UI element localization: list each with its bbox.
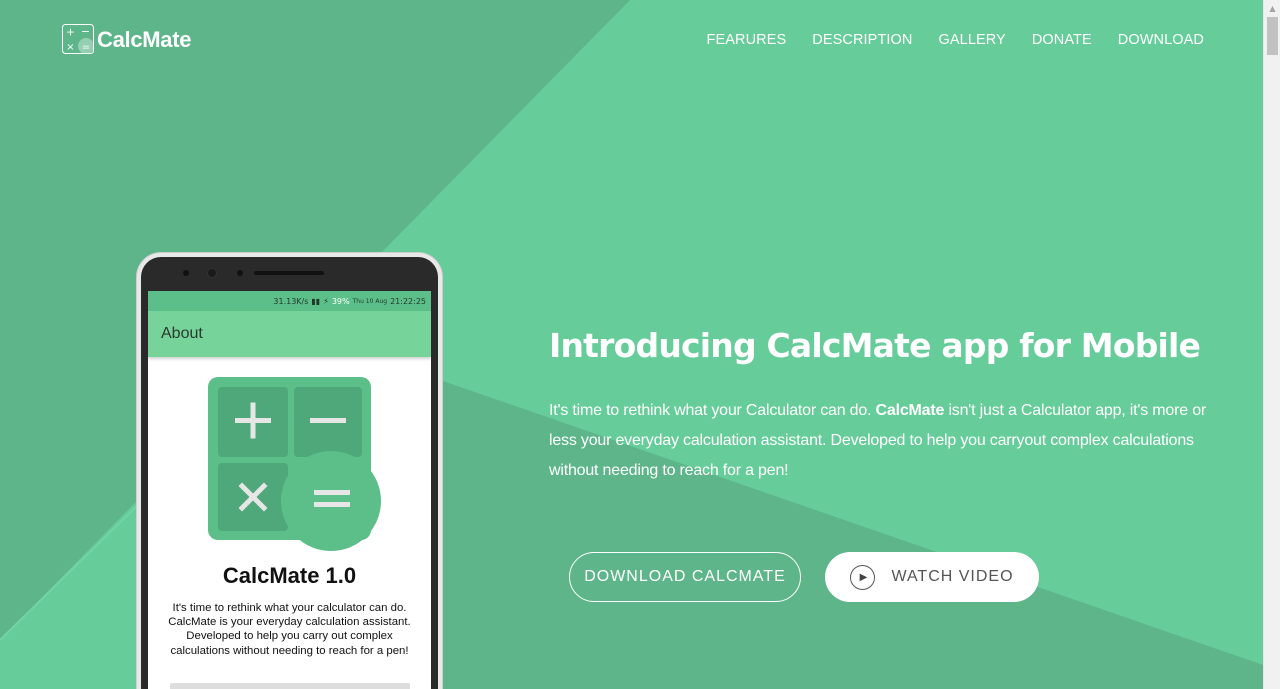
app-description: It's time to rethink what your calculato… [168,602,411,657]
svg-text:=: = [82,42,90,53]
phone-sensor [237,270,243,276]
hero-desc-brand: CalcMate [875,402,945,419]
phone-sensor [183,270,189,276]
svg-text:+: + [66,26,75,39]
vertical-scrollbar[interactable]: ▲ [1263,0,1280,689]
app-bar-title: About [161,325,203,342]
download-button-label: DOWNLOAD CALCMATE [584,568,786,585]
main-nav: FEARURES DESCRIPTION GALLERY DONATE DOWN… [681,32,1204,48]
scroll-thumb[interactable] [1267,17,1278,55]
app-title: CalcMate 1.0 [222,563,357,588]
nav-item-download[interactable]: DOWNLOAD [1118,32,1204,48]
svg-text:×: × [66,42,74,53]
hero-description: It's time to rethink what your Calculato… [549,396,1219,486]
nav-item-gallery[interactable]: GALLERY [939,32,1006,48]
scroll-up-arrow-icon[interactable]: ▲ [1264,0,1280,17]
nav-item-description[interactable]: DESCRIPTION [812,32,912,48]
watch-video-label: WATCH VIDEO [891,568,1014,585]
charging-icon: ⚡ [323,296,329,306]
status-speed: 31.13K/s [273,296,309,306]
phone-app-button [170,683,410,689]
status-battery: 39% [331,296,350,306]
signal-icon: ▮▮ [311,296,321,306]
phone-speaker [254,271,324,275]
status-time: 21:22:25 [390,296,426,306]
phone-camera [207,268,217,278]
phone-screen: 31.13K/s ▮▮ ⚡ 39% Thu 10 Aug 21:22:25 Ab… [148,291,431,689]
nav-item-donate[interactable]: DONATE [1032,32,1092,48]
phone-mockup: 31.13K/s ▮▮ ⚡ 39% Thu 10 Aug 21:22:25 Ab… [137,253,442,689]
calculator-logo-icon: + − × = [62,24,94,54]
status-date: Thu 10 Aug [352,297,388,305]
watch-video-button[interactable]: ▶ WATCH VIDEO [825,552,1039,602]
brand-logo[interactable]: + − × = CalcMate [62,24,192,55]
play-icon: ▶ [850,564,876,590]
svg-text:−: − [81,25,90,38]
calculator-app-icon [208,377,381,551]
hero-title: Introducing CalcMate app for Mobile [549,326,1201,365]
download-calcmate-button[interactable]: DOWNLOAD CALCMATE [569,552,801,602]
brand-name: CalcMate [97,26,192,52]
nav-item-features[interactable]: FEARURES [707,32,787,48]
phone-status-bar: 31.13K/s ▮▮ ⚡ 39% Thu 10 Aug 21:22:25 [148,291,431,311]
hero-desc-text: It's time to rethink what your Calculato… [549,402,876,419]
phone-app-bar: About [148,311,431,357]
